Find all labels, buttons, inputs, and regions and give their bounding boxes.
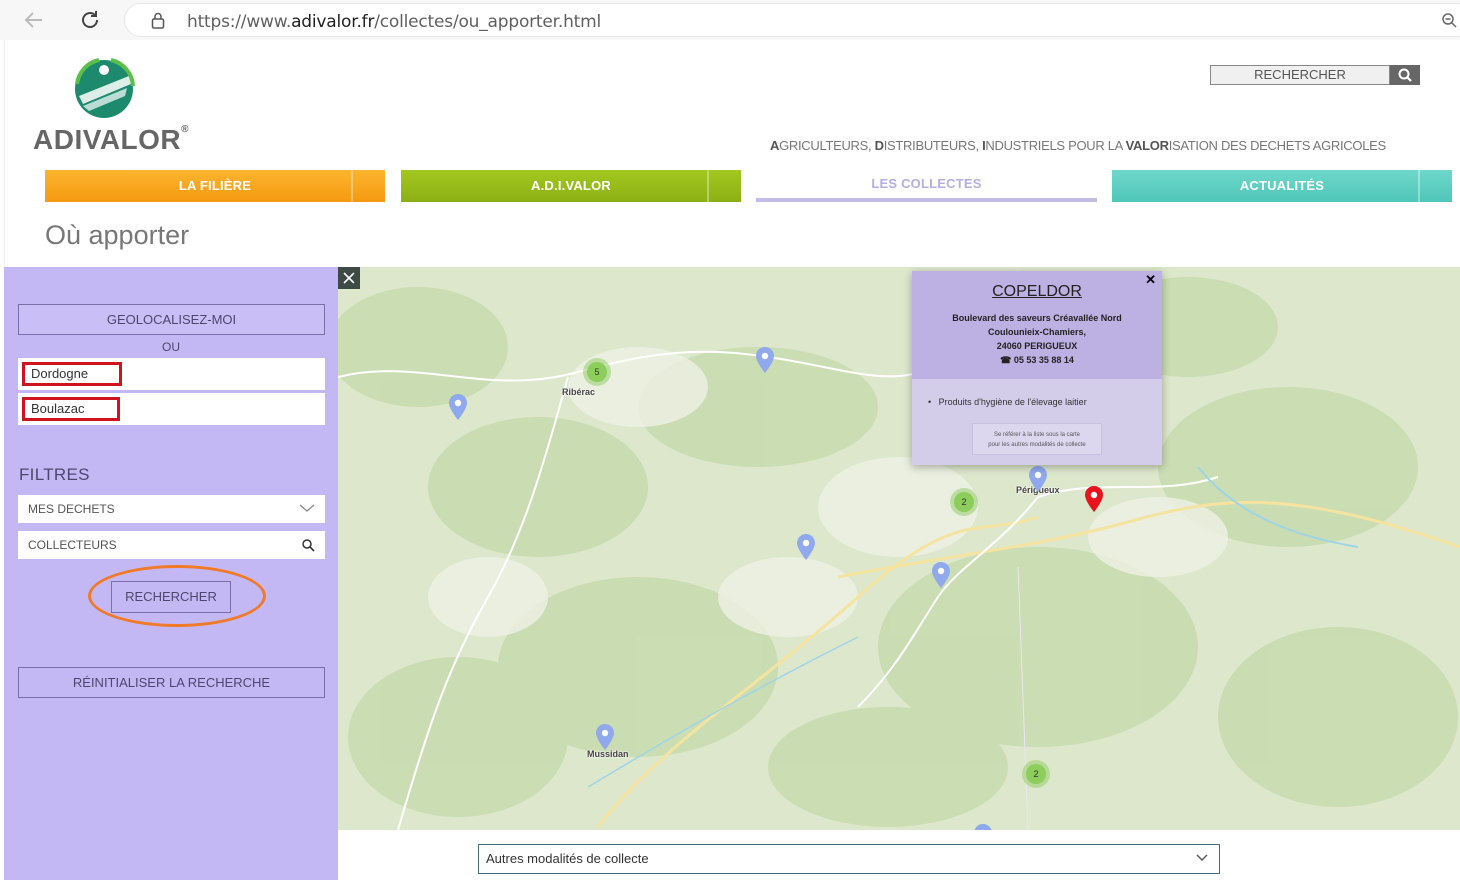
geolocate-button[interactable]: GEOLOCALISEZ-MOI bbox=[18, 304, 325, 335]
logo-globe-icon bbox=[75, 58, 135, 118]
popup-address-line: 24060 PERIGUEUX bbox=[996, 341, 1078, 351]
marker-cluster[interactable]: 2 bbox=[950, 488, 978, 516]
map-pin-icon[interactable] bbox=[796, 533, 816, 561]
close-panel-icon[interactable] bbox=[338, 267, 360, 289]
popup-phone: ☎ 05 53 35 88 14 bbox=[1000, 355, 1074, 365]
reload-icon[interactable] bbox=[78, 8, 102, 32]
zoom-icon[interactable] bbox=[1441, 12, 1457, 33]
site-search-input[interactable]: RECHERCHER bbox=[1210, 65, 1390, 85]
tagline: AGRICULTEURS, DISTRIBUTEURS, INDUSTRIELS… bbox=[770, 138, 1386, 153]
map-pin-icon[interactable] bbox=[931, 561, 951, 589]
search-icon bbox=[302, 539, 315, 552]
adivalor-logo[interactable]: ADIVALOR® bbox=[33, 54, 189, 155]
popup-address-line: Boulevard des saveurs Créavallée Nord bbox=[952, 313, 1122, 323]
menu-la-filiere[interactable]: LA FILIÈRE bbox=[45, 170, 385, 202]
map-pin-icon[interactable] bbox=[448, 393, 468, 421]
menu-les-collectes[interactable]: LES COLLECTES bbox=[756, 170, 1097, 202]
chevron-down-icon bbox=[299, 504, 315, 512]
marker-cluster[interactable]: 5 bbox=[583, 358, 611, 386]
map-pin-icon[interactable] bbox=[1028, 465, 1048, 493]
filters-title: FILTRES bbox=[19, 465, 90, 484]
menu-actualites[interactable]: ACTUALITÉS bbox=[1112, 170, 1452, 202]
or-label: OU bbox=[162, 340, 180, 354]
url-text: https://www.adivalor.fr/collectes/ou_app… bbox=[187, 12, 602, 32]
map-view[interactable]: Ribérac Périgueux Mussidan 5 2 2 ✕ COPEL… bbox=[338, 267, 1460, 830]
popup-address-line: Coulounieix-Chamiers, bbox=[987, 327, 1086, 337]
logo-text: ADIVALOR® bbox=[33, 124, 190, 155]
selected-pin-icon[interactable] bbox=[1084, 485, 1104, 513]
page-title: Où apporter bbox=[45, 220, 190, 250]
phone-icon: ☎ bbox=[1000, 355, 1012, 365]
chevron-down-icon bbox=[1196, 854, 1208, 861]
browser-toolbar: https://www.adivalor.fr/collectes/ou_app… bbox=[0, 0, 1460, 40]
back-arrow-icon[interactable] bbox=[22, 8, 46, 32]
reset-search-button[interactable]: RÉINITIALISER LA RECHERCHE bbox=[18, 667, 325, 698]
city-field[interactable]: Boulazac bbox=[18, 393, 325, 425]
other-collection-modes-select[interactable]: Autres modalités de collecte bbox=[478, 844, 1220, 874]
search-icon bbox=[1398, 68, 1412, 82]
search-button[interactable]: RECHERCHER bbox=[111, 581, 231, 613]
marker-cluster[interactable]: 2 bbox=[1022, 760, 1050, 788]
lock-icon bbox=[151, 12, 165, 29]
popup-product-item: • Produits d'hygiène de l'élevage laitie… bbox=[928, 397, 1087, 407]
collectors-filter-input[interactable]: COLLECTEURS bbox=[18, 531, 325, 559]
location-popup: ✕ COPELDOR Boulevard des saveurs Créaval… bbox=[912, 271, 1162, 465]
map-pin-icon[interactable] bbox=[595, 723, 615, 751]
city-value: Boulazac bbox=[22, 397, 120, 421]
menu-adivalor[interactable]: A.D.I.VALOR bbox=[401, 170, 741, 202]
popup-note: Se référer à la liste sous la carte pour … bbox=[972, 423, 1102, 455]
address-bar[interactable]: https://www.adivalor.fr/collectes/ou_app… bbox=[124, 3, 1460, 37]
map-terrain bbox=[338, 267, 1460, 830]
site-search-button[interactable] bbox=[1390, 65, 1420, 85]
map-pin-icon[interactable] bbox=[755, 346, 775, 374]
map-pin-icon[interactable] bbox=[973, 823, 993, 830]
search-sidebar: GEOLOCALISEZ-MOI OU Dordogne Boulazac FI… bbox=[4, 267, 338, 880]
waste-filter-select[interactable]: MES DECHETS bbox=[18, 495, 325, 523]
town-label: Ribérac bbox=[562, 387, 596, 397]
department-field[interactable]: Dordogne bbox=[18, 358, 325, 390]
popup-title[interactable]: COPELDOR bbox=[912, 283, 1162, 301]
department-value: Dordogne bbox=[22, 362, 122, 386]
